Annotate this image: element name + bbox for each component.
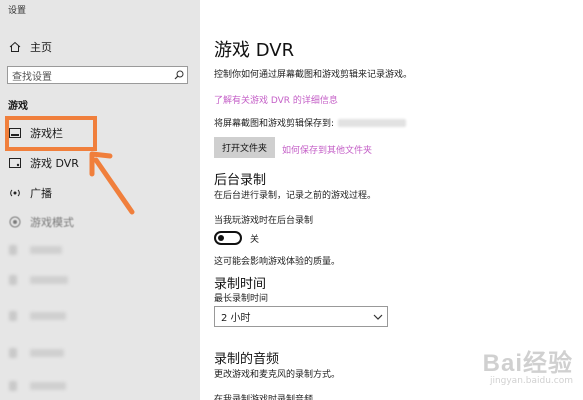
- sidebar-home-label: 主页: [30, 41, 52, 54]
- recorded-audio-description: 更改游戏和麦克风的录制方式。: [214, 370, 341, 380]
- blurred-icon: [9, 381, 17, 391]
- max-record-time-select[interactable]: 2 小时: [214, 306, 388, 327]
- sidebar-item-label: 游戏模式: [30, 216, 74, 229]
- chevron-down-icon: [369, 314, 387, 320]
- toggle-state: 关: [250, 234, 260, 245]
- watermark-url: jingyan.baidu.com: [489, 376, 573, 386]
- blurred-icon: [9, 275, 17, 285]
- quality-note: 这可能会影响游戏体验的质量。: [214, 257, 341, 267]
- game-mode-icon: [8, 215, 22, 229]
- search-placeholder: 查找设置: [12, 71, 52, 83]
- background-recording-toggle-label: 当我玩游戏时在后台录制: [214, 216, 314, 226]
- window-title: 设置: [8, 6, 27, 16]
- watermark-brand: Bai经验: [482, 350, 573, 377]
- home-icon: [8, 40, 22, 54]
- max-record-time-label: 最长录制时间: [214, 294, 269, 304]
- blurred-item: [30, 382, 66, 390]
- watermark: Bai经验 jingyan.baidu.com: [483, 343, 573, 386]
- sidebar-item-broadcast[interactable]: 广播: [8, 184, 52, 202]
- main-panel: 游戏 DVR 控制你如何通过屏幕截图和游戏剪辑来记录游戏。 了解有关游戏 DVR…: [200, 0, 583, 400]
- background-recording-description: 在后台进行录制，记录之前的游戏过程。: [214, 191, 377, 201]
- sidebar-item-game-mode[interactable]: 游戏模式: [8, 213, 74, 231]
- blurred-icon: [9, 245, 17, 255]
- blurred-item: [30, 349, 64, 357]
- highlight-box: [5, 116, 97, 151]
- record-time-heading: 录制时间: [214, 277, 267, 292]
- save-elsewhere-link[interactable]: 如何保存到其他文件夹: [282, 143, 372, 156]
- background-recording-toggle[interactable]: 关: [214, 231, 259, 245]
- open-folder-button[interactable]: 打开文件夹: [214, 137, 276, 158]
- game-dvr-icon: [8, 156, 22, 170]
- pointer-arrow-icon: [89, 151, 135, 215]
- select-value: 2 小时: [221, 313, 251, 324]
- blurred-icon: [9, 348, 17, 358]
- sidebar-item-game-dvr[interactable]: 游戏 DVR: [8, 154, 79, 172]
- save-location-label: 将屏幕截图和游戏剪辑保存到:: [214, 119, 335, 129]
- page-title: 游戏 DVR: [214, 40, 295, 61]
- page-description: 控制你如何通过屏幕截图和游戏剪辑来记录游戏。: [214, 70, 413, 80]
- blurred-item: [30, 312, 66, 320]
- learn-more-link[interactable]: 了解有关游戏 DVR 的详细信息: [214, 93, 338, 106]
- broadcast-icon: [8, 186, 22, 200]
- save-location-row: 将屏幕截图和游戏剪辑保存到:: [214, 116, 407, 129]
- blurred-item: [30, 246, 62, 254]
- blurred-item: [30, 276, 68, 284]
- record-audio-label: 在我录制游戏时录制音频: [214, 395, 314, 400]
- blurred-icon: [9, 311, 17, 321]
- background-recording-heading: 后台录制: [214, 173, 267, 188]
- search-icon[interactable]: [171, 67, 187, 83]
- section-heading: 游戏: [8, 101, 28, 112]
- toggle-switch[interactable]: [214, 231, 242, 245]
- sidebar-item-label: 游戏 DVR: [30, 157, 79, 170]
- search-input[interactable]: 查找设置: [7, 66, 188, 84]
- sidebar-item-label: 广播: [30, 187, 52, 200]
- sidebar-home[interactable]: 主页: [8, 38, 52, 56]
- recorded-audio-heading: 录制的音频: [214, 352, 280, 367]
- redacted-path: [338, 118, 407, 127]
